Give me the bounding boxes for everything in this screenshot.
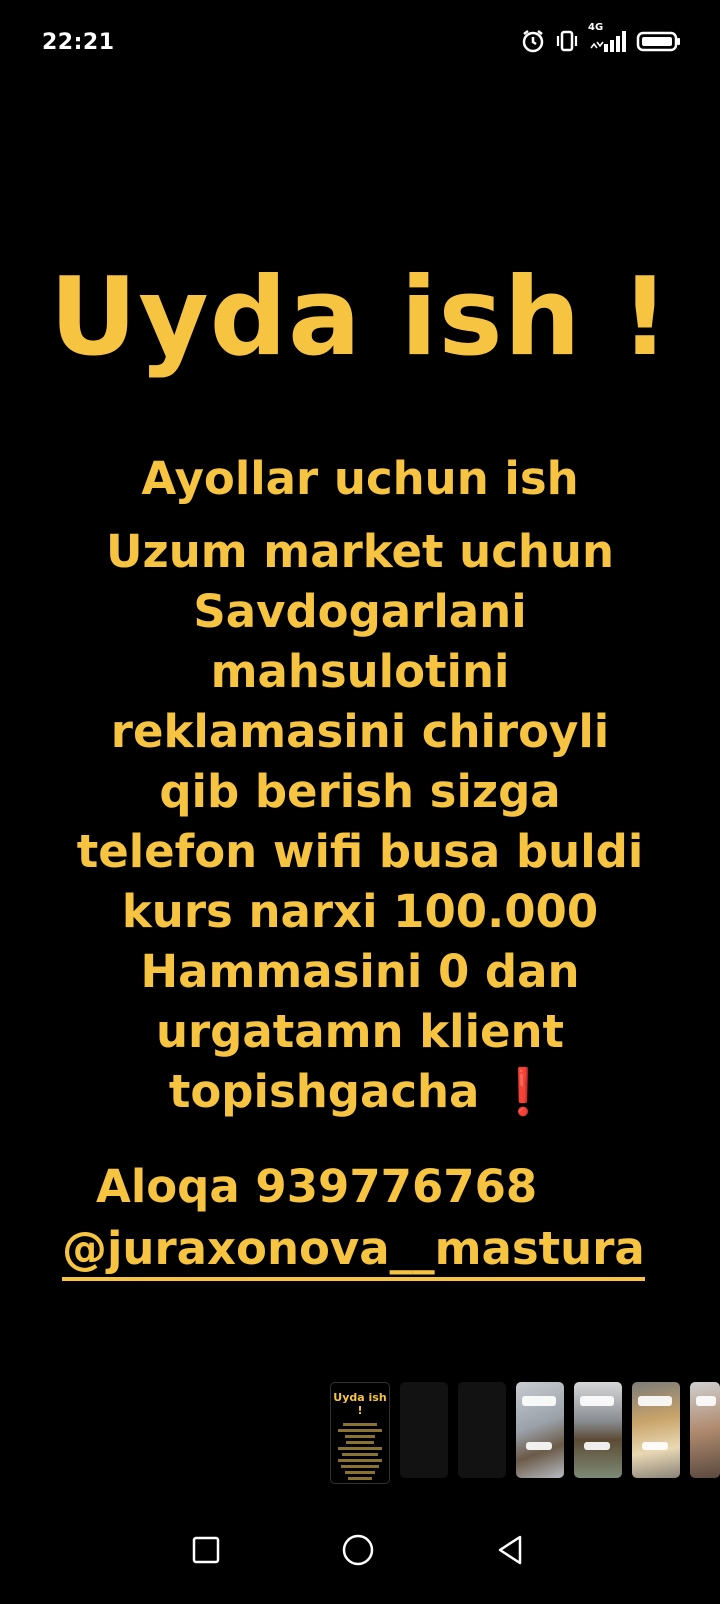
clock: 22:21 xyxy=(42,30,115,55)
story-line: urgatamn klient xyxy=(155,1005,565,1058)
contact-phone: Aloqa 939776768 xyxy=(96,1160,538,1213)
story-thumbnail-current[interactable]: Uyda ish ! xyxy=(330,1382,390,1484)
story-line: topishgacha xyxy=(168,1065,480,1118)
story-thumbnail[interactable] xyxy=(574,1382,622,1478)
network-type: 4G xyxy=(588,22,604,33)
story-line: qib berish sizga xyxy=(159,765,561,818)
story-thumbnails: Uyda ish ! xyxy=(330,1382,720,1484)
instagram-handle-link[interactable]: @juraxonova__mastura xyxy=(62,1222,645,1281)
thumbnail-title: Uyda ish ! xyxy=(333,1391,387,1417)
status-bar: 22:21 4G xyxy=(0,0,720,90)
home-circle-icon[interactable] xyxy=(336,1528,380,1572)
story-line: kurs narxi 100.000 xyxy=(121,885,599,938)
exclamation-icon: ❗ xyxy=(495,1065,552,1118)
story-subheading: Ayollar uchun ish xyxy=(141,452,579,505)
story-line-last: topishgacha ❗ xyxy=(0,1062,720,1122)
story-thumbnail[interactable] xyxy=(516,1382,564,1478)
story-thumbnail[interactable] xyxy=(632,1382,680,1478)
story-line: mahsulotini xyxy=(210,645,510,698)
recents-square-icon[interactable] xyxy=(184,1528,228,1572)
battery-icon xyxy=(636,28,682,54)
story-line: telefon wifi busa buldi xyxy=(76,825,644,878)
story-body: Uzum market uchun Savdogarlani mahsuloti… xyxy=(0,522,720,1122)
story-line: Hammasini 0 dan xyxy=(140,945,580,998)
story-line: Uzum market uchun xyxy=(105,525,614,578)
story-line: reklamasini chiroyli xyxy=(110,705,610,758)
vibrate-icon xyxy=(554,28,580,54)
story-headline: Uyda ish ! xyxy=(49,255,671,380)
signal-icon: 4G xyxy=(588,22,628,54)
alarm-icon xyxy=(520,28,546,54)
story-thumbnail[interactable] xyxy=(690,1382,720,1478)
back-triangle-icon[interactable] xyxy=(488,1528,532,1572)
story-line: Savdogarlani xyxy=(193,585,527,638)
story-thumbnail[interactable] xyxy=(458,1382,506,1478)
thumbnail-text-preview xyxy=(335,1423,385,1483)
story-thumbnail[interactable] xyxy=(400,1382,448,1478)
system-nav-bar xyxy=(0,1500,720,1604)
status-icons: 4G xyxy=(520,22,682,54)
